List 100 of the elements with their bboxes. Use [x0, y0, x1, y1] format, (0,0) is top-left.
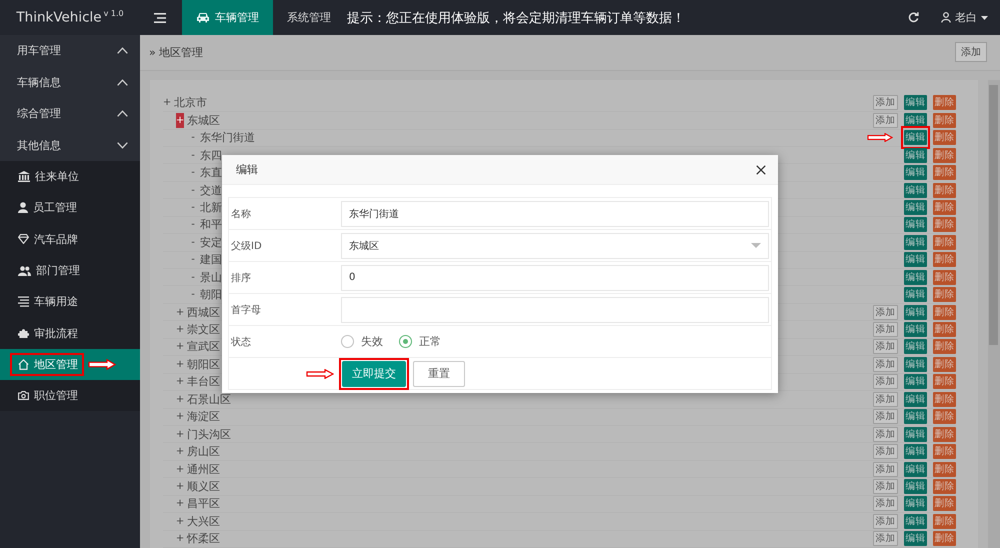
edit-button[interactable]: 编辑	[904, 531, 927, 546]
expand-toggle[interactable]: -	[189, 165, 197, 180]
sidebar-group[interactable]: 综合管理	[0, 98, 140, 130]
add-button[interactable]: 添加	[873, 374, 898, 390]
expand-toggle[interactable]: -	[189, 200, 197, 215]
expand-toggle[interactable]: -	[189, 234, 197, 250]
tree-node-label[interactable]: 顺义区	[187, 478, 220, 494]
expand-toggle[interactable]: +	[176, 531, 184, 546]
expand-toggle[interactable]: -	[189, 130, 197, 146]
delete-button[interactable]: 删除	[933, 478, 956, 494]
radio-option[interactable]: 正常	[399, 334, 441, 349]
text-field[interactable]: 0	[341, 264, 769, 290]
tree-node-label[interactable]: 海淀区	[187, 409, 220, 424]
edit-button[interactable]: 编辑	[904, 322, 927, 338]
expand-toggle[interactable]: +	[176, 356, 184, 372]
sidebar-group[interactable]: 其他信息	[0, 130, 140, 161]
add-button[interactable]: 添加	[873, 496, 898, 512]
delete-button[interactable]: 删除	[933, 531, 956, 546]
expand-toggle[interactable]: +	[176, 339, 184, 354]
add-button[interactable]: 添加	[873, 356, 898, 372]
edit-button[interactable]: 编辑	[904, 234, 927, 250]
select-field[interactable]: 东城区	[341, 232, 769, 258]
edit-button[interactable]: 编辑	[904, 217, 927, 232]
add-button[interactable]: 添加	[873, 462, 898, 477]
tree-node-label[interactable]: 东直	[200, 165, 222, 180]
expand-toggle[interactable]: +	[176, 426, 184, 442]
expand-toggle[interactable]: +	[176, 322, 184, 338]
delete-button[interactable]: 删除	[933, 322, 956, 338]
edit-button[interactable]: 编辑	[904, 270, 927, 285]
delete-button[interactable]: 删除	[933, 130, 956, 146]
tree-node-label[interactable]: 大兴区	[187, 514, 220, 529]
tree-node-label[interactable]: 安定	[200, 234, 222, 250]
edit-button[interactable]: 编辑	[904, 462, 927, 477]
delete-button[interactable]: 删除	[933, 356, 956, 372]
edit-button[interactable]: 编辑	[904, 287, 927, 302]
delete-button[interactable]: 删除	[933, 148, 956, 163]
edit-button[interactable]: 编辑	[904, 426, 927, 442]
edit-button[interactable]: 编辑	[904, 130, 927, 146]
expand-toggle[interactable]: -	[189, 252, 197, 268]
delete-button[interactable]: 删除	[933, 287, 956, 302]
edit-button[interactable]: 编辑	[904, 112, 927, 128]
sidebar-group[interactable]: 车辆信息	[0, 66, 140, 98]
tree-node-label[interactable]: 东四	[200, 148, 222, 163]
expand-toggle[interactable]: +	[176, 496, 184, 512]
scrollbar[interactable]	[988, 80, 1000, 548]
tree-node-label[interactable]: 景山	[200, 270, 222, 285]
sidebar-item[interactable]: 往来单位	[0, 161, 140, 192]
expand-toggle[interactable]: +	[176, 112, 184, 128]
delete-button[interactable]: 删除	[933, 165, 956, 180]
tree-node-label[interactable]: 和平	[200, 217, 222, 232]
close-icon[interactable]	[756, 164, 766, 174]
sidebar-group[interactable]: 用车管理	[0, 35, 140, 66]
sidebar-item[interactable]: 职位管理	[0, 380, 140, 412]
edit-button[interactable]: 编辑	[904, 252, 927, 268]
edit-button[interactable]: 编辑	[904, 374, 927, 390]
delete-button[interactable]: 删除	[933, 392, 956, 407]
edit-button[interactable]: 编辑	[904, 182, 927, 198]
edit-button[interactable]: 编辑	[904, 95, 927, 110]
text-field[interactable]: 东华门街道	[341, 200, 769, 226]
expand-toggle[interactable]: +	[176, 374, 184, 390]
expand-toggle[interactable]: +	[176, 444, 184, 460]
expand-toggle[interactable]: +	[176, 462, 184, 477]
sidebar-item[interactable]: 员工管理	[0, 192, 140, 224]
tree-node-label[interactable]: 石景山区	[187, 392, 231, 407]
edit-button[interactable]: 编辑	[904, 514, 927, 529]
edit-button[interactable]: 编辑	[904, 356, 927, 372]
tree-node-label[interactable]: 宣武区	[187, 339, 220, 354]
delete-button[interactable]: 删除	[933, 182, 956, 198]
delete-button[interactable]: 删除	[933, 217, 956, 232]
add-button[interactable]: 添加	[873, 514, 898, 529]
tree-node-label[interactable]: 昌平区	[187, 496, 220, 512]
add-button[interactable]: 添加	[873, 426, 898, 442]
expand-toggle[interactable]: +	[176, 514, 184, 529]
tree-node-label[interactable]: 东华门街道	[200, 130, 255, 146]
add-button[interactable]: 添加	[873, 392, 898, 407]
radio-option[interactable]: 失效	[341, 334, 383, 349]
tree-node-label[interactable]: 交道	[200, 182, 222, 198]
sidebar-item[interactable]: 车辆用途	[0, 286, 140, 318]
sidebar-item[interactable]: 地区管理	[0, 348, 140, 380]
tree-node-label[interactable]: 北京市	[174, 95, 207, 110]
tree-node-label[interactable]: 房山区	[187, 444, 220, 460]
tree-node-label[interactable]: 北新	[200, 200, 222, 215]
delete-button[interactable]: 删除	[933, 339, 956, 354]
user-menu[interactable]: 老白	[941, 10, 988, 25]
add-button[interactable]: 添加	[873, 322, 898, 338]
expand-toggle[interactable]: -	[189, 270, 197, 285]
tree-node-label[interactable]: 朝阳	[200, 287, 222, 302]
edit-button[interactable]: 编辑	[904, 148, 927, 163]
delete-button[interactable]: 删除	[933, 426, 956, 442]
add-button[interactable]: 添加	[873, 531, 898, 546]
nav-tab[interactable]: 系统管理	[273, 0, 345, 35]
delete-button[interactable]: 删除	[933, 304, 956, 320]
reset-button[interactable]: 重置	[413, 360, 465, 386]
edit-button[interactable]: 编辑	[904, 304, 927, 320]
expand-toggle[interactable]: -	[189, 182, 197, 198]
delete-button[interactable]: 删除	[933, 409, 956, 424]
tree-node-label[interactable]: 通州区	[187, 462, 220, 477]
delete-button[interactable]: 删除	[933, 252, 956, 268]
edit-button[interactable]: 编辑	[904, 444, 927, 460]
tree-node-label[interactable]: 门头沟区	[187, 426, 231, 442]
